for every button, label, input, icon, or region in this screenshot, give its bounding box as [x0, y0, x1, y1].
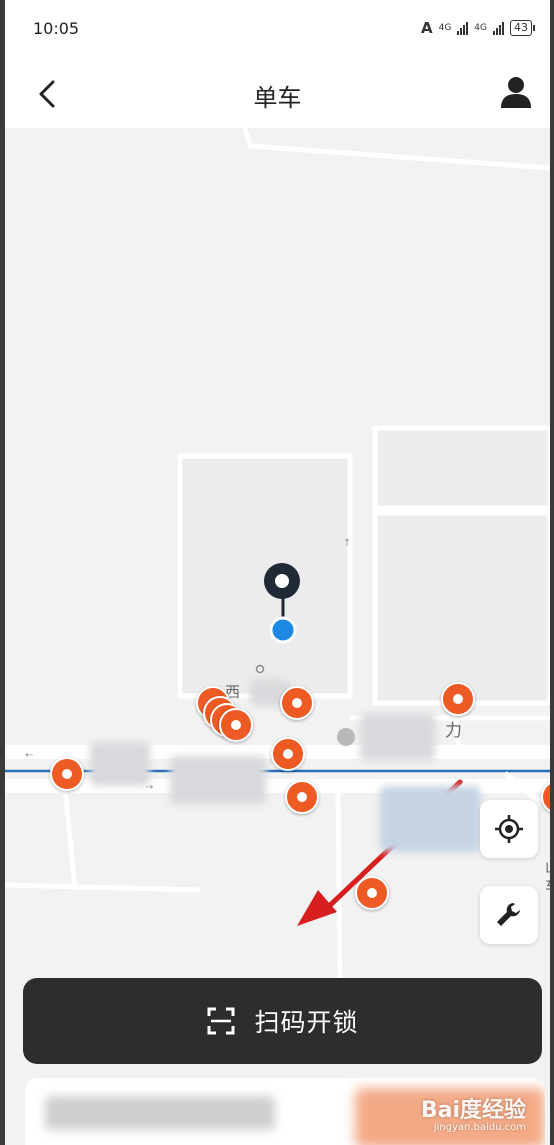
status-time: 10:05	[33, 19, 80, 38]
scan-unlock-label: 扫码开锁	[254, 1008, 359, 1037]
bike-pin[interactable]	[271, 737, 305, 771]
map-label: 车	[545, 875, 550, 896]
watermark-brand: Bai度经验	[420, 1098, 526, 1123]
redacted-area	[360, 713, 435, 761]
poi-icon	[337, 728, 355, 746]
app-screen: 10:05 A 4G 4G 43 单车 ← → ↑ 西 力 扫码开锁	[5, 0, 550, 1145]
redacted-area	[170, 756, 266, 804]
signal-icon-2	[493, 21, 504, 35]
wrench-icon	[497, 903, 520, 926]
bike-pin[interactable]	[355, 876, 389, 910]
signal-icon	[457, 21, 469, 35]
svg-text:↑: ↑	[343, 538, 351, 549]
network-type-2: 4G	[474, 23, 487, 33]
locate-button[interactable]	[480, 800, 538, 858]
user-icon	[501, 77, 531, 108]
status-bar: 10:05 A 4G 4G 43	[5, 0, 550, 60]
bike-pin[interactable]	[441, 682, 475, 716]
bike-pin[interactable]	[50, 757, 84, 791]
redacted-area	[380, 786, 480, 852]
bike-pin[interactable]	[285, 780, 319, 814]
scan-unlock-button[interactable]: 扫码开锁	[23, 978, 542, 1064]
map-label: 山	[545, 856, 550, 877]
redacted-area	[90, 742, 150, 786]
watermark-url: jingyan.baidu.com	[433, 1122, 526, 1133]
redacted-area	[45, 1096, 275, 1130]
nav-bar: 单车	[5, 60, 550, 128]
repair-button[interactable]	[480, 886, 538, 944]
user-location-dot	[269, 616, 297, 644]
status-icons: A 4G 4G 43	[420, 18, 535, 38]
map-label: 力	[445, 721, 462, 741]
crosshair-icon	[495, 815, 523, 843]
network-type-1: 4G	[438, 23, 452, 33]
profile-button[interactable]	[496, 72, 536, 112]
accessibility-icon: A	[420, 19, 433, 37]
svg-text:←: ←	[25, 750, 33, 761]
watermark: Bai度经验 jingyan.baidu.com	[421, 1092, 526, 1133]
bike-pin[interactable]	[280, 686, 314, 720]
scan-icon	[207, 1007, 235, 1035]
bike-pin[interactable]	[219, 708, 253, 742]
battery-icon: 43	[510, 20, 535, 36]
page-title: 单车	[253, 84, 302, 112]
